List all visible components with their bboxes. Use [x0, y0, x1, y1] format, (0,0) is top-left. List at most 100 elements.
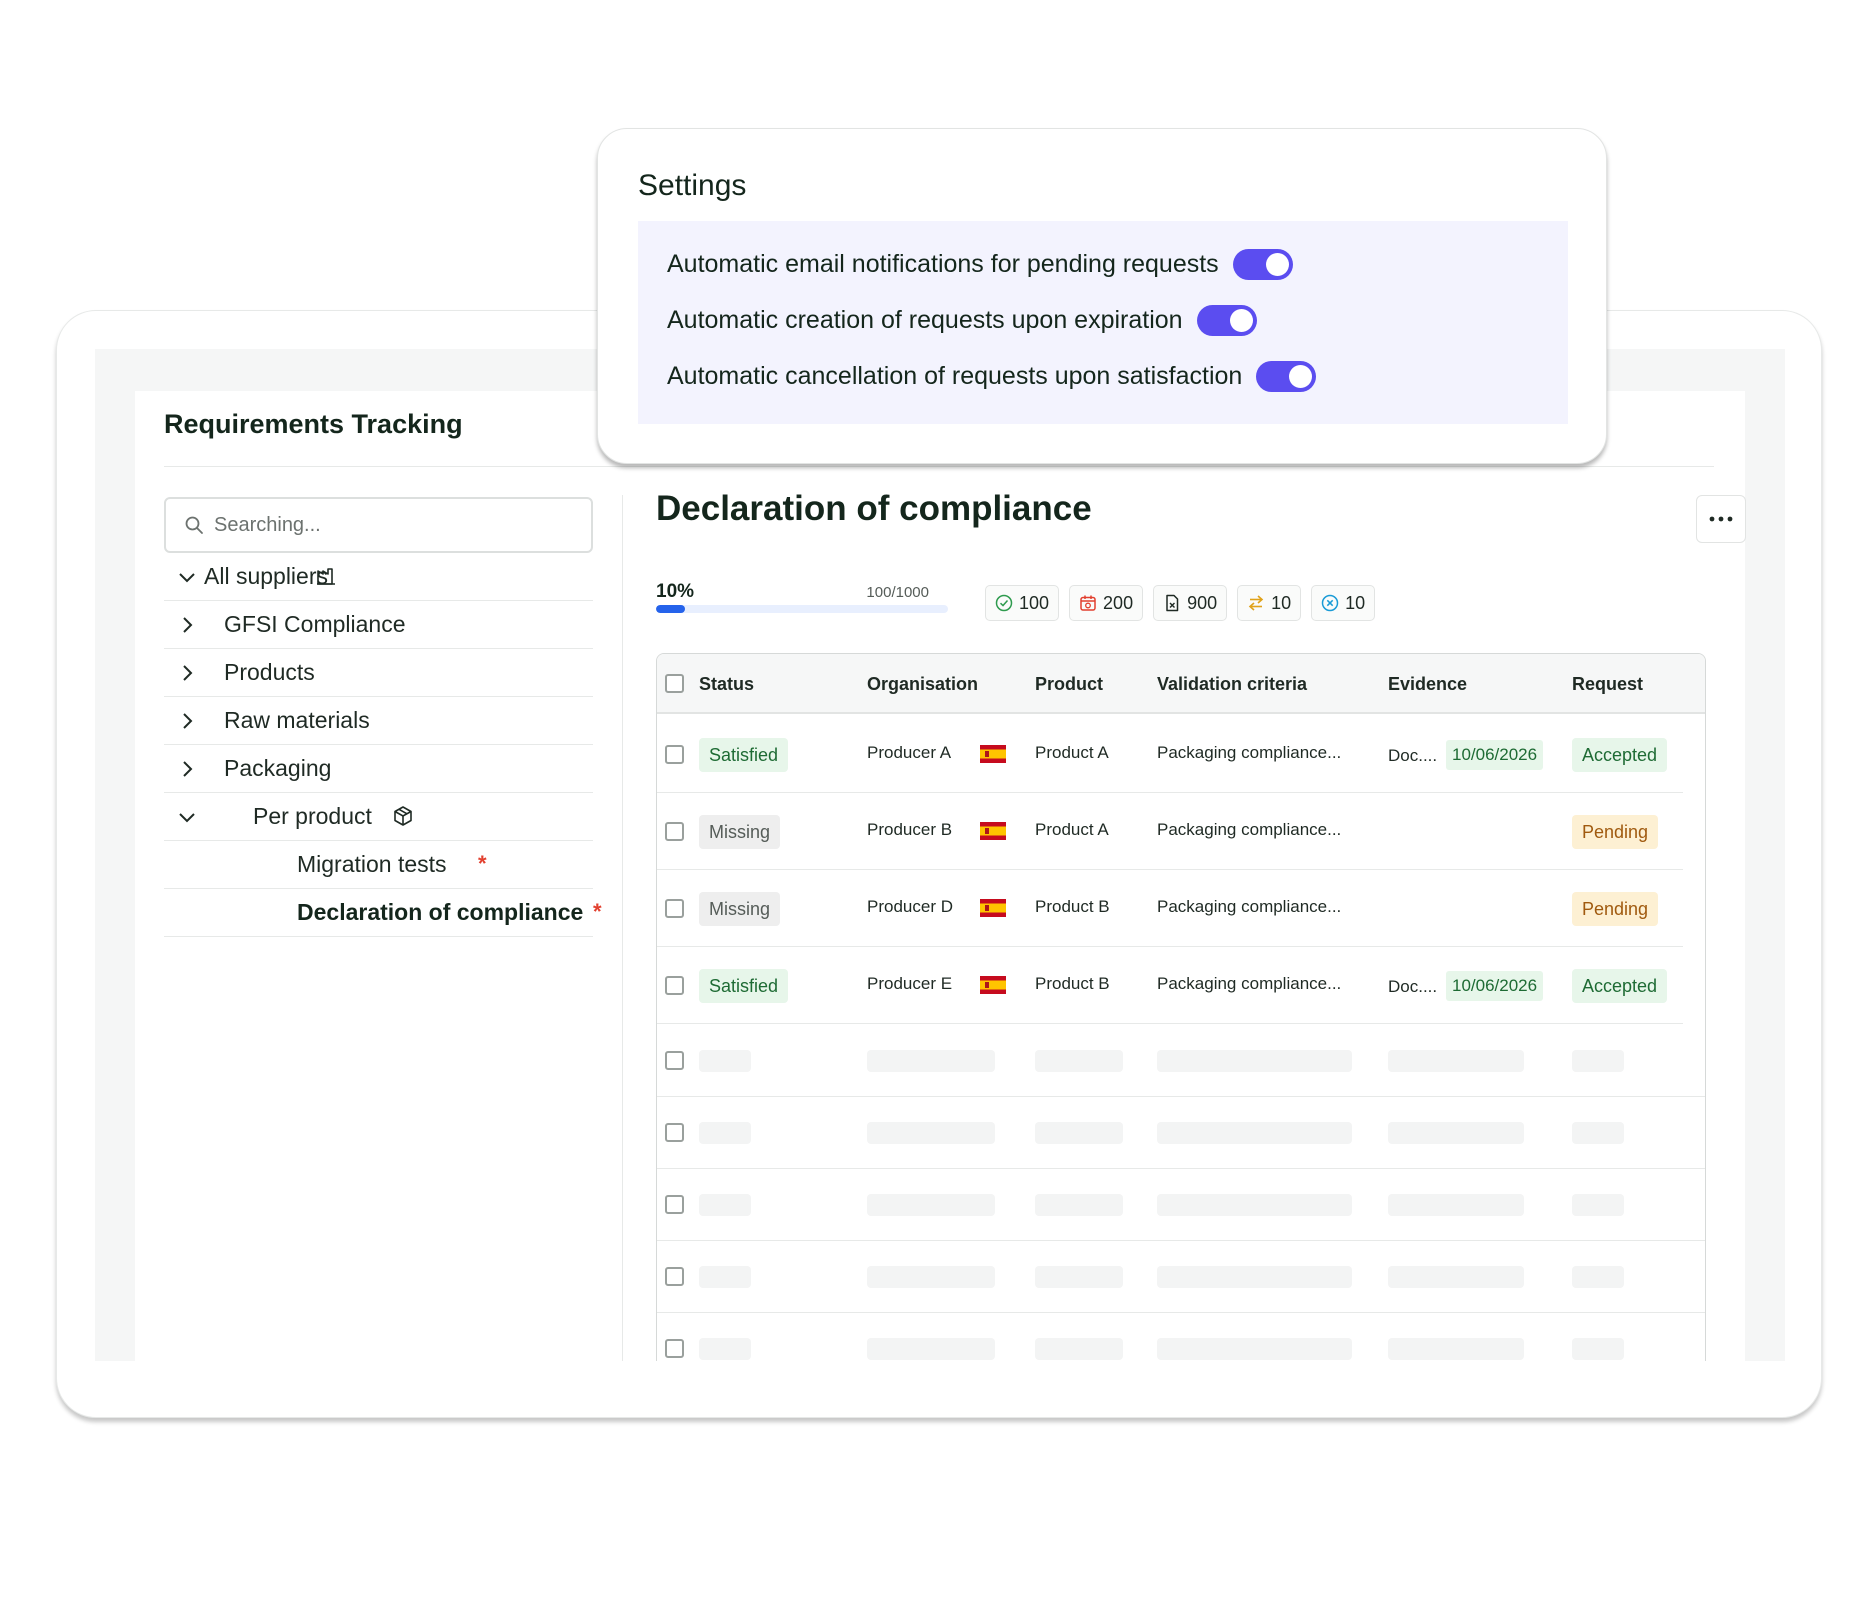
column-header[interactable]: Status [699, 674, 754, 695]
column-header[interactable]: Product [1035, 674, 1103, 695]
column-header[interactable]: Evidence [1388, 674, 1467, 695]
tree-item-label: Migration tests [297, 851, 447, 877]
skeleton-cell [1388, 1194, 1524, 1216]
progress-count: 100/1000 [866, 584, 929, 601]
skeleton-cell [1035, 1338, 1123, 1360]
row-checkbox[interactable] [665, 745, 684, 764]
setting-label: Automatic creation of requests upon expi… [667, 305, 1183, 334]
organisation-cell[interactable]: Producer B [867, 820, 952, 840]
tree-item-raw-materials[interactable]: Raw materials [164, 697, 593, 745]
row-checkbox[interactable] [665, 976, 684, 995]
more-options-button[interactable] [1696, 495, 1746, 543]
criteria-cell[interactable]: Packaging compliance... [1157, 820, 1341, 840]
section-title: Declaration of compliance [656, 489, 1092, 528]
stat-chip-cancelled[interactable]: 10 [1311, 585, 1376, 621]
row-checkbox[interactable] [665, 822, 684, 841]
chevron-down-icon[interactable] [176, 806, 198, 828]
row-checkbox[interactable] [665, 1339, 684, 1358]
email-notifications-toggle[interactable] [1232, 248, 1293, 280]
organisation-cell[interactable]: Producer E [867, 974, 952, 994]
request-badge: Accepted [1572, 738, 1668, 772]
chevron-right-icon[interactable] [176, 662, 198, 684]
skeleton-cell [867, 1194, 995, 1216]
swap-arrows-icon [1248, 595, 1264, 611]
required-marker: * [478, 851, 487, 876]
organisation-cell[interactable]: Producer A [867, 743, 951, 763]
file-x-icon [1166, 594, 1179, 612]
settings-title: Settings [638, 169, 747, 202]
skeleton-cell [1035, 1194, 1123, 1216]
stat-chip-missing[interactable]: 900 [1153, 585, 1228, 621]
spain-flag-icon [980, 899, 1006, 917]
product-cell[interactable]: Product B [1035, 897, 1110, 917]
chevron-right-icon[interactable] [176, 758, 198, 780]
stat-chip-expired[interactable]: 200 [1069, 585, 1144, 621]
skeleton-cell [699, 1338, 751, 1360]
skeleton-cell [867, 1338, 995, 1360]
app-panel: Requirements Tracking All suppliers GFSI… [135, 391, 1746, 1361]
chevron-right-icon[interactable] [176, 614, 198, 636]
auto-creation-toggle[interactable] [1196, 304, 1257, 336]
stat-chip-transfer[interactable]: 10 [1237, 585, 1302, 621]
criteria-cell[interactable]: Packaging compliance... [1157, 974, 1341, 994]
skeleton-cell [699, 1194, 751, 1216]
skeleton-cell [1388, 1338, 1524, 1360]
page-title: Requirements Tracking [164, 409, 463, 439]
tree-item-products[interactable]: Products [164, 649, 593, 697]
skeleton-cell [1388, 1266, 1524, 1288]
row-checkbox[interactable] [665, 1267, 684, 1286]
product-cell[interactable]: Product B [1035, 974, 1110, 994]
skeleton-cell [1157, 1266, 1352, 1288]
column-header[interactable]: Request [1572, 674, 1643, 695]
request-badge: Accepted [1572, 969, 1668, 1003]
search-input[interactable] [214, 513, 584, 537]
row-checkbox[interactable] [665, 1195, 684, 1214]
spain-flag-icon [980, 822, 1006, 840]
column-header[interactable]: Validation criteria [1157, 674, 1307, 695]
stat-value: 200 [1103, 592, 1134, 613]
skeleton-cell [699, 1050, 751, 1072]
criteria-cell[interactable]: Packaging compliance... [1157, 897, 1341, 917]
table-row[interactable]: Satisfied Producer A Product A Packaging… [657, 716, 1683, 793]
product-cell[interactable]: Product A [1035, 743, 1109, 763]
table-row[interactable]: Missing Producer D Product B Packaging c… [657, 870, 1683, 947]
tree-item-packaging[interactable]: Packaging [164, 745, 593, 793]
stat-chip-satisfied[interactable]: 100 [985, 585, 1060, 621]
status-badge: Satisfied [699, 969, 789, 1003]
tree-item-migration-tests[interactable]: Migration tests * [164, 841, 593, 889]
search-box[interactable] [164, 497, 593, 553]
skeleton-cell [1572, 1194, 1624, 1216]
tree-item-all-suppliers[interactable]: All suppliers [164, 553, 593, 601]
sidebar-divider [622, 495, 623, 1361]
tree-item-declaration-of-compliance[interactable]: Declaration of compliance * [164, 889, 602, 937]
stat-value: 10 [1271, 592, 1292, 613]
select-all-checkbox[interactable] [665, 674, 684, 693]
row-checkbox[interactable] [665, 899, 684, 918]
setting-auto-creation: Automatic creation of requests upon expi… [667, 300, 1257, 340]
organisation-cell[interactable]: Producer D [867, 897, 953, 917]
evidence-doc-link[interactable]: Doc.... [1388, 746, 1437, 766]
stat-value: 900 [1187, 592, 1218, 613]
settings-popover: Settings Automatic email notifications f… [597, 128, 1607, 464]
product-cell[interactable]: Product A [1035, 820, 1109, 840]
package-icon [394, 806, 412, 826]
row-checkbox[interactable] [665, 1123, 684, 1142]
criteria-cell[interactable]: Packaging compliance... [1157, 743, 1341, 763]
chevron-down-icon[interactable] [176, 566, 198, 588]
table-row[interactable]: Missing Producer B Product A Packaging c… [657, 793, 1683, 870]
tree-item-per-product[interactable]: Per product [164, 793, 593, 841]
row-checkbox[interactable] [665, 1051, 684, 1070]
evidence-doc-link[interactable]: Doc.... [1388, 977, 1437, 997]
factory-icon [317, 568, 335, 585]
setting-label: Automatic cancellation of requests upon … [667, 361, 1243, 390]
auto-cancellation-toggle[interactable] [1256, 360, 1317, 392]
column-header[interactable]: Organisation [867, 674, 978, 695]
skeleton-cell [1157, 1050, 1352, 1072]
table-row[interactable]: Satisfied Producer E Product B Packaging… [657, 947, 1683, 1024]
skeleton-row [657, 1169, 1705, 1241]
skeleton-cell [1157, 1122, 1352, 1144]
settings-options-panel: Automatic email notifications for pendin… [638, 221, 1568, 424]
chevron-right-icon[interactable] [176, 710, 198, 732]
tree-item-gfsi-compliance[interactable]: GFSI Compliance [164, 601, 593, 649]
skeleton-cell [1035, 1050, 1123, 1072]
